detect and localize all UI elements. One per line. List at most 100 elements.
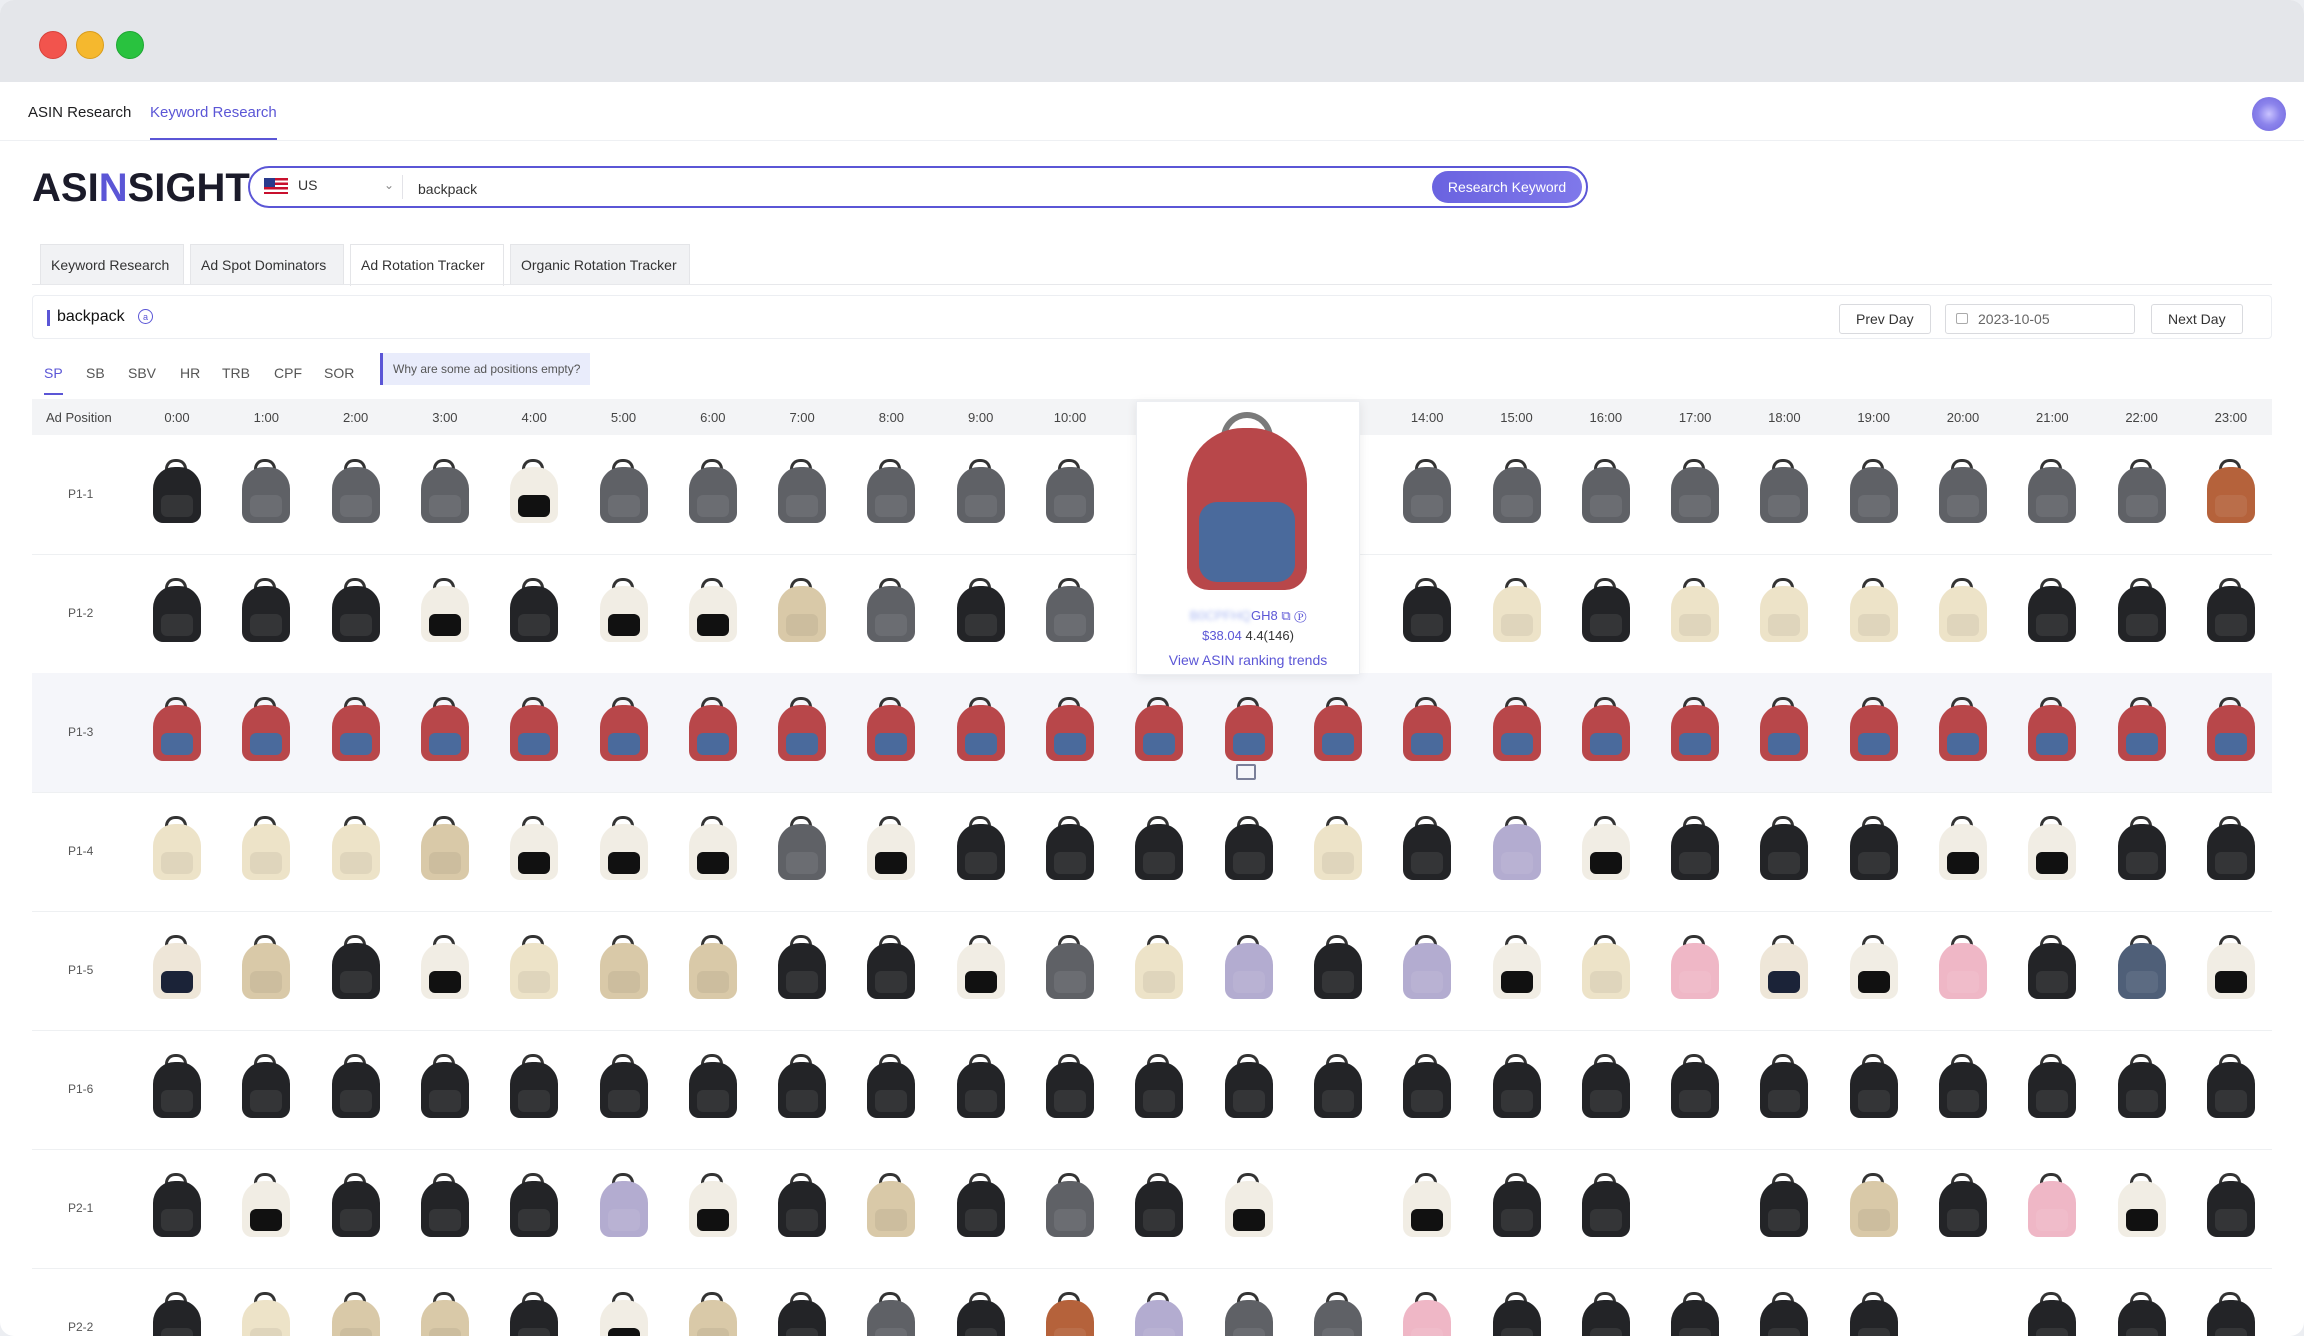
product-thumbnail[interactable] [238, 1171, 294, 1239]
product-thumbnail[interactable] [417, 1171, 473, 1239]
product-thumbnail[interactable] [506, 457, 562, 525]
product-thumbnail[interactable] [2024, 814, 2080, 882]
product-thumbnail[interactable] [1667, 576, 1723, 644]
product-thumbnail[interactable] [1489, 1052, 1545, 1120]
product-thumbnail[interactable] [685, 933, 741, 1001]
product-thumbnail[interactable] [596, 695, 652, 763]
product-thumbnail[interactable] [1578, 695, 1634, 763]
product-thumbnail[interactable] [328, 576, 384, 644]
product-thumbnail[interactable] [774, 457, 830, 525]
product-thumbnail[interactable] [417, 1290, 473, 1336]
copy-icon[interactable]: ⧉ [1281, 608, 1290, 623]
view-ranking-trends-link[interactable]: View ASIN ranking trends [1137, 652, 1359, 668]
product-thumbnail[interactable] [328, 1171, 384, 1239]
product-thumbnail[interactable] [417, 695, 473, 763]
product-thumbnail[interactable] [1131, 933, 1187, 1001]
avatar[interactable] [2252, 97, 2286, 131]
product-thumbnail[interactable] [1935, 695, 1991, 763]
product-thumbnail[interactable] [1489, 576, 1545, 644]
product-thumbnail[interactable] [1846, 933, 1902, 1001]
product-thumbnail[interactable] [417, 933, 473, 1001]
maximize-window-button[interactable] [116, 31, 144, 59]
product-thumbnail[interactable] [2203, 695, 2259, 763]
product-thumbnail[interactable] [149, 1290, 205, 1336]
product-thumbnail[interactable] [685, 695, 741, 763]
product-thumbnail[interactable] [1042, 1052, 1098, 1120]
product-thumbnail[interactable] [1846, 1290, 1902, 1336]
product-thumbnail[interactable] [1131, 1171, 1187, 1239]
product-thumbnail[interactable] [1399, 933, 1455, 1001]
research-keyword-button[interactable]: Research Keyword [1432, 171, 1582, 203]
product-thumbnail[interactable] [1399, 695, 1455, 763]
product-thumbnail[interactable] [953, 933, 1009, 1001]
product-thumbnail[interactable] [863, 1052, 919, 1120]
product-thumbnail[interactable] [596, 1171, 652, 1239]
expand-icon[interactable] [1236, 764, 1256, 780]
product-thumbnail[interactable] [2024, 695, 2080, 763]
product-thumbnail[interactable] [2114, 1171, 2170, 1239]
product-thumbnail[interactable] [1221, 1290, 1277, 1336]
ad-type-sb[interactable]: SB [86, 365, 105, 381]
product-thumbnail[interactable] [238, 933, 294, 1001]
product-thumbnail[interactable] [1042, 576, 1098, 644]
product-thumbnail[interactable] [1935, 576, 1991, 644]
product-thumbnail[interactable] [1756, 576, 1812, 644]
product-thumbnail[interactable] [863, 1290, 919, 1336]
product-thumbnail[interactable] [1221, 933, 1277, 1001]
product-thumbnail[interactable] [1042, 1290, 1098, 1336]
product-thumbnail[interactable] [596, 1052, 652, 1120]
product-thumbnail[interactable] [953, 1171, 1009, 1239]
product-thumbnail[interactable] [953, 576, 1009, 644]
product-thumbnail[interactable] [774, 1171, 830, 1239]
product-thumbnail[interactable] [2203, 1052, 2259, 1120]
product-thumbnail[interactable] [1310, 1052, 1366, 1120]
product-thumbnail[interactable] [774, 1052, 830, 1120]
product-thumbnail[interactable] [238, 576, 294, 644]
empty-positions-hint[interactable]: Why are some ad positions empty? [380, 353, 591, 385]
ad-type-sp[interactable]: SP [44, 365, 63, 395]
minimize-window-button[interactable] [76, 31, 104, 59]
product-thumbnail[interactable] [2203, 933, 2259, 1001]
product-thumbnail[interactable] [863, 1171, 919, 1239]
product-thumbnail[interactable] [2203, 1171, 2259, 1239]
tab-keyword-research[interactable]: Keyword Research [40, 244, 184, 284]
info-icon[interactable]: a [138, 309, 153, 324]
ad-type-hr[interactable]: HR [180, 365, 200, 381]
product-thumbnail[interactable] [149, 576, 205, 644]
product-thumbnail[interactable] [2114, 1290, 2170, 1336]
next-day-button[interactable]: Next Day [2151, 304, 2243, 334]
product-thumbnail[interactable] [1846, 1052, 1902, 1120]
product-thumbnail[interactable] [1578, 576, 1634, 644]
product-thumbnail[interactable] [417, 576, 473, 644]
tab-ad-rotation-tracker[interactable]: Ad Rotation Tracker [350, 244, 504, 286]
product-thumbnail[interactable] [1935, 1171, 1991, 1239]
product-thumbnail[interactable] [685, 1052, 741, 1120]
amazon-icon[interactable]: Ⓟ [1294, 608, 1306, 623]
product-thumbnail[interactable] [1846, 1171, 1902, 1239]
product-thumbnail[interactable] [2203, 1290, 2259, 1336]
product-thumbnail[interactable] [1846, 457, 1902, 525]
product-thumbnail[interactable] [774, 933, 830, 1001]
product-thumbnail[interactable] [774, 576, 830, 644]
product-thumbnail[interactable] [953, 457, 1009, 525]
product-thumbnail[interactable] [863, 576, 919, 644]
product-thumbnail[interactable] [685, 814, 741, 882]
product-thumbnail[interactable] [596, 457, 652, 525]
product-thumbnail[interactable] [953, 1052, 1009, 1120]
ad-type-cpf[interactable]: CPF [274, 365, 302, 381]
product-thumbnail[interactable] [1310, 695, 1366, 763]
product-thumbnail[interactable] [863, 695, 919, 763]
product-thumbnail[interactable] [1042, 1171, 1098, 1239]
prev-day-button[interactable]: Prev Day [1839, 304, 1931, 334]
product-thumbnail[interactable] [506, 933, 562, 1001]
product-thumbnail[interactable] [2114, 576, 2170, 644]
product-thumbnail[interactable] [1756, 695, 1812, 763]
product-thumbnail[interactable] [685, 457, 741, 525]
product-thumbnail[interactable] [2114, 457, 2170, 525]
nav-tab-asin-research[interactable]: ASIN Research [28, 104, 131, 121]
product-thumbnail[interactable] [1756, 933, 1812, 1001]
product-thumbnail[interactable] [417, 1052, 473, 1120]
product-thumbnail[interactable] [596, 576, 652, 644]
product-thumbnail[interactable] [328, 1290, 384, 1336]
product-thumbnail[interactable] [238, 695, 294, 763]
